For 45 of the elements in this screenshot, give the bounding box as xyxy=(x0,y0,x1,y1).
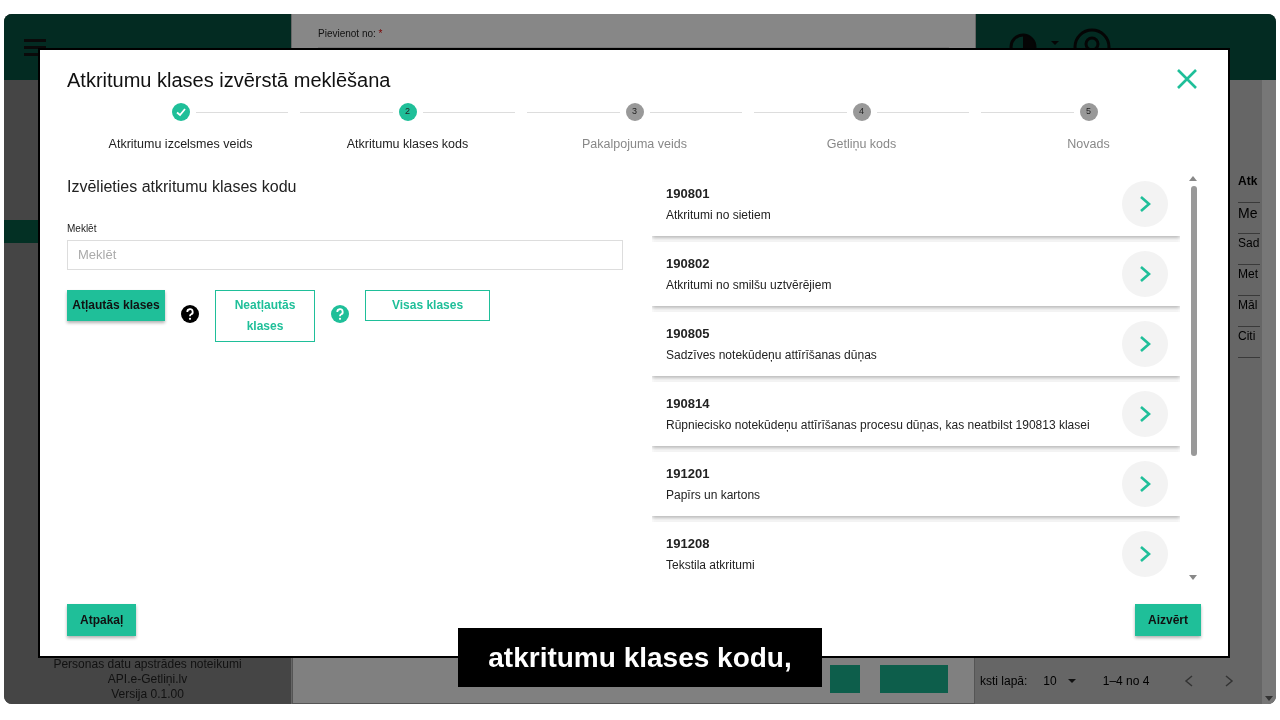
table-cell: Māl xyxy=(1238,296,1260,327)
field-label: Pievienot no: * xyxy=(318,27,384,41)
filter-field[interactable]: Me xyxy=(1238,203,1260,234)
step-label: Getliņu kods xyxy=(826,136,897,153)
section-title: Izvēlieties atkritumu klases kodu xyxy=(67,176,298,197)
waste-name: Atkritumi no sietiem xyxy=(666,207,772,224)
step-label: Atkritumu klases kods xyxy=(346,136,469,153)
close-button[interactable]: Aizvērt xyxy=(1135,604,1201,636)
step-label: Atkritumu izcelsmes veids xyxy=(108,136,253,153)
waste-name: Atkritumi no smilšu uztvērējiem xyxy=(666,277,833,294)
step-number: 5 xyxy=(1079,103,1098,121)
back-button[interactable]: Atpakaļ xyxy=(67,604,137,636)
field-label: Meklēt xyxy=(67,221,98,236)
result-card[interactable]: 191201 Papīrs un kartons xyxy=(652,451,1180,516)
table-cell: Citi xyxy=(1238,327,1260,358)
step-label: Pakalpojuma veids xyxy=(582,136,687,153)
waste-name: Tekstila atkritumi xyxy=(666,557,756,574)
waste-name: Sadzīves notekūdeņu attīrīšanas dūņas xyxy=(666,347,878,364)
table-cell: Met xyxy=(1238,265,1260,296)
result-card[interactable]: 190805 Sadzīves notekūdeņu attīrīšanas dūņas xyxy=(652,311,1180,376)
waste-name: Rūpniecisko notekūdeņu attīrīšanas procesu dūņas, kas neatbilst 190813 klasei xyxy=(666,417,1091,434)
step-number: 4 xyxy=(852,103,871,121)
filter-button[interactable]: Atļautās klases xyxy=(67,289,165,321)
waste-name: Papīrs un kartons xyxy=(666,487,762,504)
waste-code: 190802 xyxy=(666,254,711,273)
rows-per-page-select[interactable]: 10 xyxy=(1043,672,1057,690)
step-number: 3 xyxy=(625,103,644,121)
pagination-range: 1–4 no 4 xyxy=(1102,673,1150,690)
result-card[interactable]: 190814 Rūpniecisko notekūdeņu attīrīšanas procesu dūņas, kas neatbilst 190813 klasei xyxy=(652,381,1180,446)
rows-per-page-label: ksti lapā: xyxy=(980,673,1028,690)
result-card[interactable]: 190802 Atkritumi no smilšu uztvērējiem xyxy=(652,241,1180,306)
waste-code: 190801 xyxy=(666,184,711,203)
waste-code: 190814 xyxy=(666,394,711,413)
table-cell: Sad xyxy=(1238,234,1260,265)
dialog-title: Atkritumu klases izvērstā meklēšana xyxy=(67,68,391,93)
waste-code: 191208 xyxy=(666,534,711,553)
step-number: 2 xyxy=(398,103,417,121)
table-cell: Atk xyxy=(1238,172,1260,203)
waste-code: 190805 xyxy=(666,324,711,343)
result-card[interactable]: 190801 Atkritumi no sietiem xyxy=(652,171,1180,236)
step-label: Novads xyxy=(1067,136,1110,153)
waste-code: 191201 xyxy=(666,464,711,483)
search-field[interactable]: Meklēt xyxy=(67,239,623,270)
subtitle-caption: atkritumu klases kodu, xyxy=(458,628,822,687)
result-card[interactable]: 191208 Tekstila atkritumi xyxy=(652,521,1180,584)
